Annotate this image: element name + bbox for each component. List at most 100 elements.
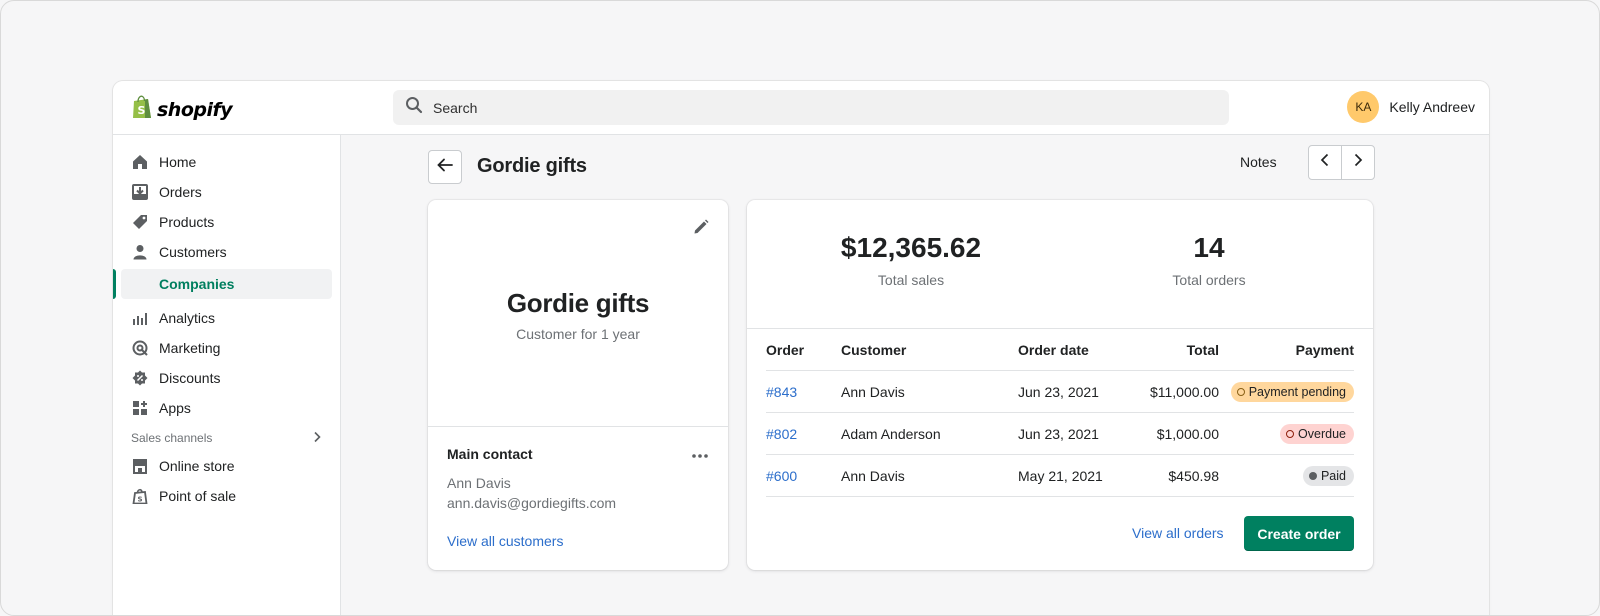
sidebar-item-online-store[interactable]: Online store (113, 451, 340, 481)
sidebar-item-marketing[interactable]: Marketing (113, 333, 340, 363)
sidebar-item-point-of-sale[interactable]: S Point of sale (113, 481, 340, 511)
sidebar-item-analytics[interactable]: Analytics (113, 303, 340, 333)
sidebar-item-label: Customers (159, 244, 227, 260)
pencil-icon[interactable] (692, 218, 710, 241)
total-sales-value: $12,365.62 (840, 232, 982, 263)
order-customer: Adam Anderson (841, 425, 941, 442)
back-button[interactable] (428, 150, 462, 184)
sidebar-item-apps[interactable]: Apps (113, 393, 340, 423)
search-placeholder: Search (433, 99, 478, 116)
order-total: $11,000.00 (1149, 383, 1219, 400)
sales-channels-header[interactable]: Sales channels (113, 425, 340, 451)
tag-icon (131, 213, 149, 231)
user-name: Kelly Andreev (1389, 99, 1475, 115)
total-sales-label: Total sales (877, 272, 945, 288)
home-icon (131, 153, 149, 171)
apps-icon (131, 399, 149, 417)
store-icon (131, 457, 149, 475)
status-badge: Paid (1302, 465, 1354, 486)
discount-icon (131, 369, 149, 387)
sidebar-item-home[interactable]: Home (113, 147, 340, 177)
notes-button[interactable]: Notes (1240, 154, 1277, 170)
sidebar-item-label: Discounts (159, 370, 221, 386)
brand-name: shopify (157, 98, 233, 121)
status-dot-icon (1308, 471, 1317, 480)
search-input[interactable]: Search (393, 90, 1229, 125)
pagination (1308, 145, 1375, 180)
section-title: Sales channels (131, 431, 213, 445)
page-title: Gordie gifts (477, 155, 587, 177)
previous-button[interactable] (1309, 146, 1341, 179)
total-orders-label: Total orders (1172, 272, 1246, 288)
column-header-date: Order date (1018, 341, 1089, 358)
status-badge: Overdue (1280, 423, 1354, 444)
sidebar-item-label: Products (159, 214, 215, 230)
top-bar: S shopify Search KA Kelly Andreev (113, 81, 1489, 135)
next-button[interactable] (1341, 146, 1374, 179)
order-link[interactable]: #843 (766, 384, 841, 400)
status-label: Payment pending (1248, 384, 1346, 399)
sidebar-item-customers[interactable]: Customers (113, 237, 340, 267)
bar-chart-icon (131, 309, 149, 327)
sidebar-item-products[interactable]: Products (113, 207, 340, 237)
main-content: Gordie gifts Notes Gordie gifts Customer… (342, 135, 1489, 615)
contact-name: Ann Davis (447, 475, 511, 491)
target-icon (131, 339, 149, 357)
sidebar-item-label: Analytics (159, 310, 216, 326)
total-orders-value: 14 (1193, 232, 1225, 263)
sidebar: Home Orders Products Customers Companies… (113, 135, 341, 615)
person-icon (131, 243, 149, 261)
order-link[interactable]: #802 (766, 426, 841, 442)
window-frame: S shopify Search KA Kelly Andreev Home O… (0, 0, 1600, 616)
sidebar-item-label: Apps (159, 400, 191, 416)
sidebar-item-discounts[interactable]: Discounts (113, 363, 340, 393)
table-header: Order Customer Order date Total Payment (766, 329, 1354, 371)
chevron-right-icon (312, 431, 322, 446)
chevron-right-icon (1353, 153, 1363, 172)
status-dot-icon (1286, 429, 1295, 438)
column-header-order: Order (766, 341, 805, 358)
order-total: $450.98 (1168, 467, 1219, 484)
status-badge: Payment pending (1230, 381, 1354, 402)
sidebar-item-label: Orders (159, 184, 202, 200)
status-label: Paid (1320, 468, 1346, 483)
customer-since: Customer for 1 year (516, 326, 640, 342)
view-all-orders-link[interactable]: View all orders (1132, 525, 1224, 541)
company-name: Gordie gifts (506, 288, 650, 318)
contact-email: ann.davis@gordiegifts.com (447, 495, 617, 511)
orders-card: $12,365.62 Total sales 14 Total orders O… (747, 200, 1373, 570)
column-header-total: Total (1186, 341, 1219, 358)
table-row[interactable]: #600 Ann Davis May 21, 2021 $450.98 Paid (766, 455, 1354, 497)
payment-cell: Payment pending (1219, 381, 1354, 402)
divider (428, 426, 728, 427)
avatar: KA (1347, 91, 1380, 123)
order-customer: Ann Davis (841, 383, 905, 400)
payment-cell: Overdue (1219, 423, 1354, 444)
shopify-logo[interactable]: S shopify (131, 94, 233, 125)
total-orders-stat: 14 Total orders (1089, 232, 1329, 288)
view-all-customers-link[interactable]: View all customers (447, 533, 563, 549)
order-date: May 21, 2021 (1018, 467, 1103, 484)
order-date: Jun 23, 2021 (1018, 383, 1099, 400)
order-customer: Ann Davis (841, 467, 905, 484)
chevron-left-icon (1320, 153, 1330, 172)
sidebar-item-label: Point of sale (159, 488, 237, 504)
status-label: Overdue (1298, 426, 1346, 441)
sidebar-item-companies[interactable]: Companies (113, 269, 332, 299)
shopify-bag-icon: S (131, 94, 153, 125)
arrow-left-icon (437, 158, 453, 177)
table-row[interactable]: #843 Ann Davis Jun 23, 2021 $11,000.00 P… (766, 371, 1354, 413)
user-menu[interactable]: KA Kelly Andreev (1347, 91, 1475, 123)
search-icon (405, 96, 423, 119)
sidebar-item-label: Home (159, 154, 197, 170)
admin-app: S shopify Search KA Kelly Andreev Home O… (113, 81, 1489, 615)
total-sales-stat: $12,365.62 Total sales (791, 232, 1031, 288)
sidebar-item-orders[interactable]: Orders (113, 177, 340, 207)
order-link[interactable]: #600 (766, 468, 841, 484)
svg-text:S: S (138, 496, 143, 504)
create-order-button[interactable]: Create order (1244, 516, 1354, 551)
table-row[interactable]: #802 Adam Anderson Jun 23, 2021 $1,000.0… (766, 413, 1354, 455)
svg-text:S: S (138, 104, 146, 117)
more-actions-icon[interactable] (691, 446, 709, 464)
main-contact-title: Main contact (447, 446, 533, 462)
